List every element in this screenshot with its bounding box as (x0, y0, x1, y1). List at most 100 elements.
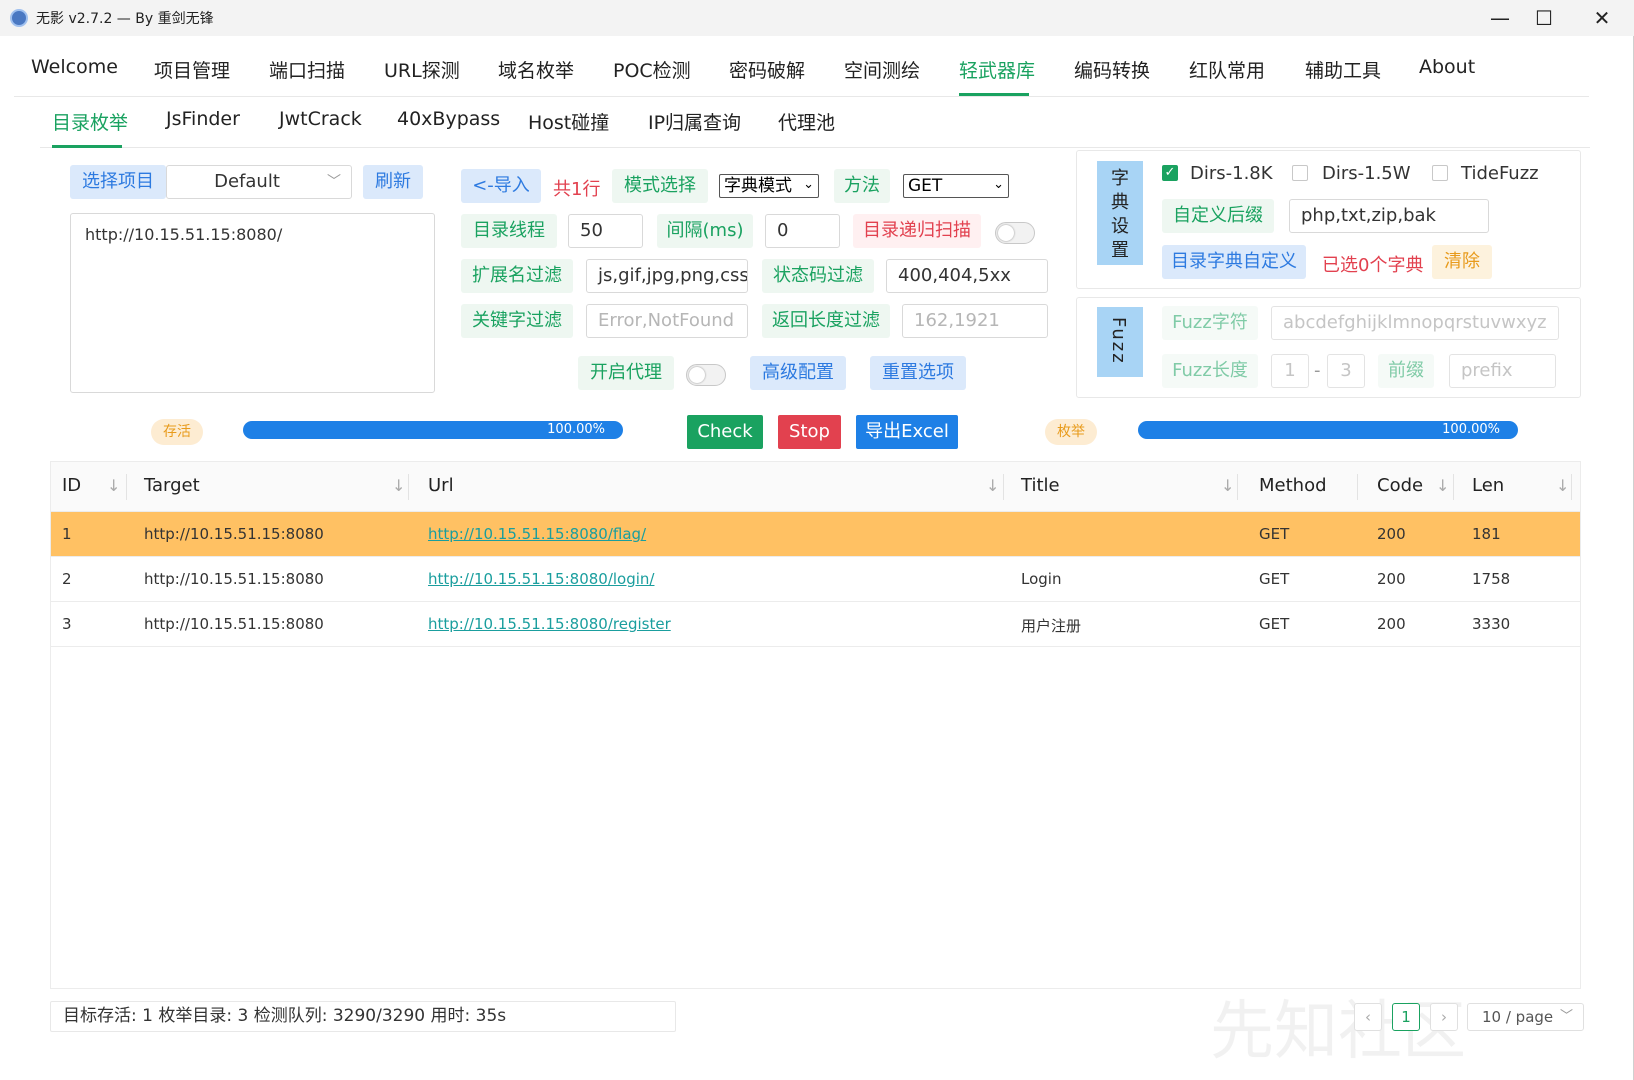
chevron-down-icon: ﹀ (327, 174, 341, 190)
maximize-button[interactable]: ☐ (1516, 0, 1572, 36)
subtab-jwtcrack[interactable]: JwtCrack (279, 108, 362, 130)
column-divider[interactable] (1357, 474, 1358, 500)
method-label: 方法 (834, 169, 890, 203)
sort-arrow-icon[interactable]: ↓ (107, 476, 120, 495)
enum-badge: 枚举 (1045, 419, 1097, 445)
fuzz-length-min-input[interactable]: 1 (1271, 354, 1309, 388)
col-method[interactable]: Method (1259, 475, 1327, 496)
subtab-jsfinder[interactable]: JsFinder (166, 108, 240, 130)
tab-url-probe[interactable]: URL探测 (384, 56, 460, 83)
dirs-1-5w-checkbox[interactable] (1292, 165, 1308, 181)
code-filter-input[interactable]: 400,404,5xx (886, 259, 1048, 293)
col-len[interactable]: Len (1472, 475, 1504, 496)
sort-arrow-icon[interactable]: ↓ (1556, 476, 1569, 495)
length-filter-label: 返回长度过滤 (762, 304, 890, 338)
project-select[interactable]: Default ﹀ (166, 165, 352, 199)
col-code[interactable]: Code (1377, 475, 1423, 496)
method-select[interactable]: GET ⌄ (903, 174, 1009, 198)
tidefuzz-label: TideFuzz (1461, 163, 1539, 184)
col-title[interactable]: Title (1021, 475, 1060, 496)
tab-light-weapons[interactable]: 轻武器库 (959, 56, 1035, 83)
recursive-toggle[interactable] (995, 222, 1035, 244)
threads-input[interactable]: 50 (568, 214, 643, 248)
prev-page-button[interactable]: ‹ (1354, 1003, 1382, 1031)
export-excel-button[interactable]: 导出Excel (856, 415, 958, 449)
page-1-button[interactable]: 1 (1392, 1003, 1420, 1031)
stop-button[interactable]: Stop (778, 415, 841, 449)
tab-redteam[interactable]: 红队常用 (1189, 56, 1265, 83)
tab-welcome[interactable]: Welcome (31, 56, 118, 78)
column-divider[interactable] (408, 474, 409, 500)
sort-arrow-icon[interactable]: ↓ (1436, 476, 1449, 495)
advanced-config-button[interactable]: 高级配置 (750, 356, 846, 390)
column-divider[interactable] (126, 474, 127, 500)
active-subtab-indicator (52, 145, 122, 148)
close-button[interactable]: ✕ (1574, 0, 1630, 36)
page-size-select[interactable]: 10 / page ﹀ (1467, 1003, 1584, 1031)
cell-url-link[interactable]: http://10.15.51.15:8080/login/ (428, 570, 654, 588)
cell-url-link[interactable]: http://10.15.51.15:8080/register (428, 615, 671, 633)
line-count: 共1行 (553, 179, 601, 200)
table-row[interactable]: 2 http://10.15.51.15:8080 http://10.15.5… (51, 557, 1580, 602)
mode-select[interactable]: 字典模式 ⌄ (719, 174, 819, 198)
custom-dict-button[interactable]: 目录字典自定义 (1162, 245, 1306, 279)
proxy-toggle[interactable] (686, 364, 726, 386)
tab-password[interactable]: 密码破解 (729, 56, 805, 83)
ext-filter-input[interactable]: js,gif,jpg,png,css (586, 259, 748, 293)
column-divider[interactable] (1571, 474, 1572, 500)
tab-about[interactable]: About (1419, 56, 1475, 78)
col-url[interactable]: Url (428, 475, 454, 496)
proxy-label: 开启代理 (578, 356, 674, 390)
sort-arrow-icon[interactable]: ↓ (1221, 476, 1234, 495)
import-button[interactable]: <-导入 (461, 169, 541, 203)
tab-poc[interactable]: POC检测 (613, 56, 691, 83)
subtab-dir-enum[interactable]: 目录枚举 (52, 108, 128, 135)
fuzz-tab: Fuzz (1097, 307, 1143, 377)
select-project-label: 选择项目 (70, 165, 166, 199)
subtab-ip-lookup[interactable]: IP归属查询 (648, 108, 741, 135)
column-divider[interactable] (1453, 474, 1454, 500)
reset-options-button[interactable]: 重置选项 (870, 356, 966, 390)
chevron-down-icon: ﹀ (1559, 1009, 1573, 1024)
table-row[interactable]: 3 http://10.15.51.15:8080 http://10.15.5… (51, 602, 1580, 647)
sort-arrow-icon[interactable]: ↓ (392, 476, 405, 495)
tab-encoding[interactable]: 编码转换 (1074, 56, 1150, 83)
prefix-input[interactable]: prefix (1449, 354, 1556, 388)
next-page-button[interactable]: › (1430, 1003, 1458, 1031)
tab-tools[interactable]: 辅助工具 (1305, 56, 1381, 83)
column-divider[interactable] (1003, 474, 1004, 500)
col-target[interactable]: Target (144, 475, 200, 496)
targets-textarea[interactable]: http://10.15.51.15:8080/ (70, 213, 435, 393)
fuzz-length-max-input[interactable]: 3 (1327, 354, 1365, 388)
tab-space-map[interactable]: 空间测绘 (844, 56, 920, 83)
page-size-value: 10 / page (1482, 1008, 1554, 1026)
col-id[interactable]: ID (62, 475, 81, 496)
tab-domain-enum[interactable]: 域名枚举 (498, 56, 574, 83)
clear-dict-button[interactable]: 清除 (1432, 245, 1492, 279)
fuzz-chars-input[interactable]: abcdefghijklmnopqrstuvwxyz (1271, 306, 1559, 340)
cell-url-link[interactable]: http://10.15.51.15:8080/flag/ (428, 525, 646, 543)
subtab-40xbypass[interactable]: 40xBypass (397, 108, 500, 130)
tab-project[interactable]: 项目管理 (154, 56, 230, 83)
refresh-button[interactable]: 刷新 (363, 165, 423, 199)
subtab-host-collision[interactable]: Host碰撞 (528, 108, 609, 135)
subtab-proxy-pool[interactable]: 代理池 (778, 108, 835, 135)
sort-arrow-icon[interactable]: ↓ (986, 476, 999, 495)
chevron-down-icon: ⌄ (993, 177, 1004, 192)
interval-input[interactable]: 0 (765, 214, 840, 248)
tidefuzz-checkbox[interactable] (1432, 165, 1448, 181)
results-table: ID ↓ Target ↓ Url ↓ Title ↓ Method Code … (50, 461, 1581, 989)
length-filter-input[interactable]: 162,1921 (902, 304, 1048, 338)
custom-suffix-input[interactable]: php,txt,zip,bak (1289, 199, 1489, 233)
fuzz-length-separator: - (1314, 360, 1321, 381)
prefix-label: 前缀 (1378, 354, 1434, 388)
dirs-1-8k-checkbox[interactable]: ✓ (1162, 165, 1178, 181)
column-divider[interactable] (1237, 474, 1238, 500)
tab-port-scan[interactable]: 端口扫描 (269, 56, 345, 83)
keyword-filter-input[interactable]: Error,NotFound (586, 304, 748, 338)
check-button[interactable]: Check (687, 415, 763, 449)
mode-label: 模式选择 (612, 169, 708, 203)
alive-badge: 存活 (151, 419, 203, 445)
table-header: ID ↓ Target ↓ Url ↓ Title ↓ Method Code … (51, 462, 1580, 512)
table-row[interactable]: 1 http://10.15.51.15:8080 http://10.15.5… (51, 512, 1580, 557)
